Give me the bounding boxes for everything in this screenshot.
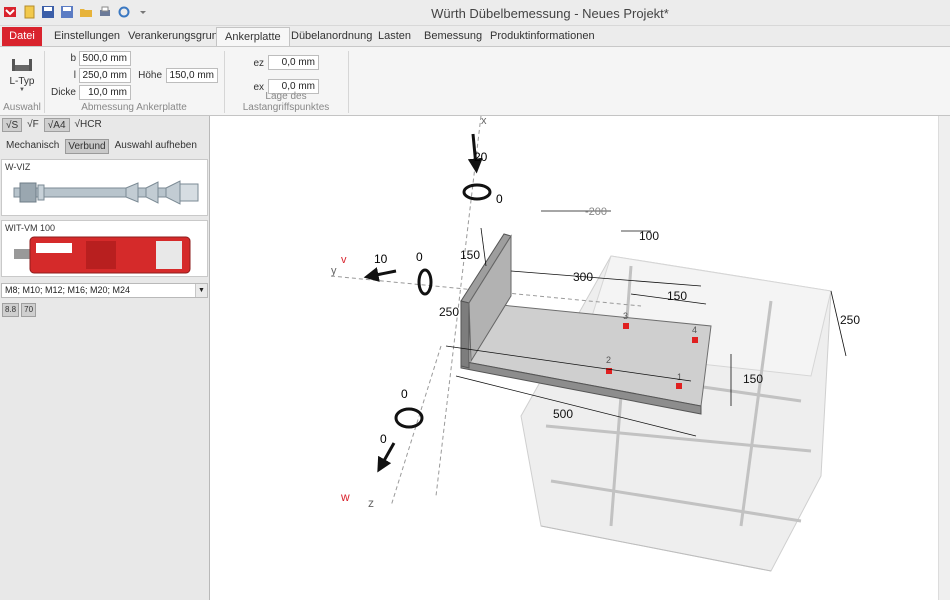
filter-s[interactable]: √S [2,118,23,132]
anchor-label: 2 [606,355,611,365]
dim-label: 150 [460,248,480,262]
dim-label: 300 [573,270,593,284]
height-label: Höhe [138,70,162,81]
size-select-value: M8; M10; M12; M16; M20; M24 [5,285,131,295]
load-moment-y: 0 [416,250,433,296]
tab-design[interactable]: Bemessung [416,27,490,46]
grade-70[interactable]: 70 [21,303,37,317]
l-field[interactable]: 250,0 mm [79,68,131,83]
axis-label-x: x [481,116,487,127]
load-moment-x: 0 [462,183,503,206]
dim-label: 250 [840,313,860,327]
group-label-selection: Auswahl [3,102,41,113]
option-filters: √S √F √A4 √HCR [2,118,105,132]
load-force-y: 10 [363,252,397,282]
tab-product-info[interactable]: Produktinformationen [482,27,603,46]
product-panel: √S √F √A4 √HCR Mechanisch Verbund Auswah… [0,116,210,600]
load-value: 20 [474,150,488,164]
dim-label: 500 [553,407,573,421]
axis-label-w: w [340,490,350,504]
ribbon: L-Typ ▼ Auswahl b 500,0 mm l 250,0 mm Di… [0,46,950,116]
dim-label: -200 [585,206,607,218]
size-select[interactable]: M8; M10; M12; M16; M20; M24 ▼ [1,283,208,298]
type-filters: Mechanisch Verbund Auswahl aufheben [4,139,199,154]
l-type-label: L-Typ [9,76,35,87]
b-field[interactable]: 500,0 mm [79,51,131,66]
group-label-dimensions: Abmessung Ankerplatte [81,102,187,113]
thickness-field[interactable]: 10,0 mm [79,85,131,100]
l-type-button[interactable]: L-Typ ▼ [4,53,40,99]
load-force-x: 20 [467,133,488,174]
tab-arrangement[interactable]: Dübelanordnung [283,27,380,46]
height-field[interactable]: 150,0 mm [166,68,218,83]
load-value: 0 [496,192,503,206]
ribbon-tabs: Datei Einstellungen Verankerungsgrund An… [0,26,950,46]
tab-settings[interactable]: Einstellungen [46,27,128,46]
scene-canvas: 1 2 3 4 -200 100 150 300 150 250 250 150… [330,116,860,572]
ez-field[interactable]: 0,0 mm [268,55,319,70]
group-separator [348,51,349,113]
load-value: 0 [380,432,387,446]
anchor-label: 3 [623,311,628,321]
load-moment-z: 0 [394,387,424,429]
grade-filters: 8.8 70 [2,303,37,317]
thickness-label: Dicke [50,87,76,98]
clear-selection-button[interactable]: Auswahl aufheben [113,139,199,154]
dim-label: 150 [743,372,763,386]
anchor-point [676,383,682,389]
b-label: b [70,53,76,64]
anchor-bolt-image [13,180,199,205]
tab-plate[interactable]: Ankerplatte [216,27,290,46]
dim-label: 150 [667,289,687,303]
axis-label-z: z [368,496,374,510]
load-value: 0 [416,250,423,264]
group-label-load-point: Lage des Lastangriffspunktes [242,91,330,113]
cartridge-image [14,236,191,274]
axis-label-y: y [331,265,337,277]
dim-label: 100 [639,229,659,243]
grade-8-8[interactable]: 8.8 [2,303,20,317]
tab-file[interactable]: Datei [2,27,42,46]
tab-loads[interactable]: Lasten [370,27,419,46]
chevron-down-icon[interactable]: ▼ [195,284,207,297]
product-name: W-VIZ [5,162,31,172]
filter-f[interactable]: √F [24,118,42,132]
l-label: l [73,70,76,81]
product-name: WIT-VM 100 [5,223,56,233]
product-card-w-viz[interactable]: W-VIZ [1,159,208,216]
product-card-wit-vm-100[interactable]: WIT-VM 100 [1,220,208,277]
load-value: 0 [401,387,408,401]
axis-label-v: v [341,254,347,266]
anchor-label: 1 [677,372,682,382]
anchor-point [623,323,629,329]
chevron-down-icon: ▼ [19,87,25,93]
ez-label: ez [253,58,264,69]
filter-hcr[interactable]: √HCR [72,118,105,132]
filter-a4[interactable]: √A4 [43,118,70,132]
filter-mechanical[interactable]: Mechanisch [4,139,61,154]
load-value: 10 [374,252,388,266]
window-title: Würth Dübelbemessung - Neues Projekt* [431,6,669,21]
anchor-point [692,337,698,343]
l-profile-icon [12,59,32,71]
title-bar: Würth Dübelbemessung - Neues Projekt* [0,0,950,26]
anchor-label: 4 [692,325,697,335]
dim-label: 250 [439,305,459,319]
load-force-z: 0 [377,432,396,473]
viewport-scrollbar[interactable] [938,116,950,600]
3d-viewport[interactable]: 1 2 3 4 -200 100 150 300 150 250 250 150… [211,116,950,600]
filter-bonded[interactable]: Verbund [65,139,109,154]
